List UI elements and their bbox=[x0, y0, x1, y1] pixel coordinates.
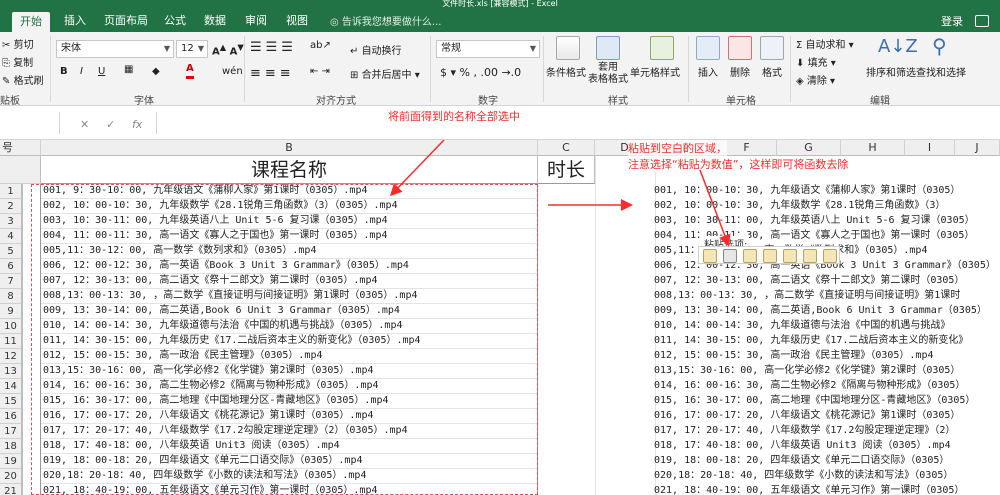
fill-color-icon[interactable]: ◆ bbox=[152, 66, 160, 77]
cell-styles-button[interactable]: 单元格样式 bbox=[630, 64, 680, 79]
phonetic-icon[interactable]: wén bbox=[222, 66, 243, 77]
alignment-group-label: 对齐方式 bbox=[316, 96, 356, 107]
search-icon: ⚲ bbox=[932, 34, 947, 58]
cancel-icon[interactable]: ✕ bbox=[80, 118, 89, 131]
merge-center-button[interactable]: ⊞ 合并后居中 ▾ bbox=[350, 66, 420, 81]
copy-icon: ⎘ bbox=[2, 58, 10, 69]
insert-cells-button[interactable]: 插入 bbox=[698, 64, 718, 79]
brush-icon: ✎ bbox=[2, 76, 11, 87]
tab-page-layout[interactable]: 页面布局 bbox=[104, 13, 148, 29]
cells-group-label: 单元格 bbox=[726, 96, 756, 107]
number-format-select[interactable]: 常规 ▼ bbox=[436, 40, 540, 58]
currency-percent-icons[interactable]: $ ▾ % , .00 →.0 bbox=[440, 66, 521, 79]
cut-button[interactable]: ✂ 剪切 bbox=[2, 36, 34, 51]
formula-input[interactable] bbox=[156, 112, 1000, 134]
orientation-icon[interactable]: ab↗ bbox=[310, 40, 331, 51]
find-select-button[interactable]: 查找和选择 bbox=[916, 64, 966, 79]
conditional-format-button[interactable]: 条件格式 bbox=[546, 64, 586, 79]
font-size-select[interactable]: 12 ▼ bbox=[176, 40, 208, 58]
separator bbox=[688, 36, 689, 102]
arrow-to-paste-values bbox=[699, 169, 731, 247]
sort-filter-icon: A↓Z bbox=[878, 36, 918, 57]
tab-home[interactable]: 开始 bbox=[12, 12, 50, 32]
fill-button[interactable]: ⬇ 填充 ▾ bbox=[796, 54, 836, 69]
tab-view[interactable]: 视图 bbox=[286, 13, 308, 29]
tab-insert[interactable]: 插入 bbox=[64, 13, 86, 29]
clear-button[interactable]: ◈ 清除 ▾ bbox=[796, 72, 835, 87]
font-group-label: 字体 bbox=[134, 96, 154, 107]
indent-icons[interactable]: ⇤ ⇥ bbox=[310, 66, 330, 77]
number-group-label: 数字 bbox=[478, 96, 498, 107]
separator bbox=[50, 36, 51, 102]
conditional-format-icon bbox=[556, 36, 580, 60]
window-title: 文件时长.xls [兼容模式] - Excel bbox=[442, 0, 558, 8]
tab-review[interactable]: 审阅 bbox=[245, 13, 267, 29]
table-format-icon bbox=[596, 36, 620, 60]
format-cells-icon bbox=[760, 36, 784, 60]
tell-me-box[interactable]: ◎ 告诉我您想要做什么... bbox=[330, 13, 441, 28]
font-color-icon[interactable]: A bbox=[186, 62, 194, 79]
chevron-down-icon: ▼ bbox=[529, 44, 536, 53]
format-cells-button[interactable]: 格式 bbox=[762, 64, 782, 79]
name-box[interactable] bbox=[0, 112, 60, 134]
annotation-select-all: 将前面得到的名称全部选中 bbox=[388, 110, 520, 123]
fill-down-icon: ⬇ bbox=[796, 58, 808, 69]
eraser-icon: ◈ bbox=[796, 76, 807, 87]
chevron-down-icon: ▼ bbox=[163, 44, 170, 53]
borders-icon[interactable]: ▦ bbox=[124, 64, 133, 75]
arrow-to-selection bbox=[389, 140, 445, 197]
grow-font-button[interactable]: A▲ A▼ bbox=[212, 42, 244, 57]
formula-bar: ✕ ✓ fx 将前面得到的名称全部选中 bbox=[0, 106, 1000, 140]
wrap-text-button[interactable]: ↵ 自动换行 bbox=[350, 42, 402, 57]
cell-styles-icon bbox=[650, 36, 674, 60]
login-link[interactable]: 登录 bbox=[941, 13, 963, 29]
styles-group-label: 样式 bbox=[608, 96, 628, 107]
tab-formulas[interactable]: 公式 bbox=[164, 13, 186, 29]
table-format-button[interactable]: 套用 表格格式 bbox=[588, 62, 628, 86]
ribbon-tab-bar: 开始 插入 页面布局 公式 数据 审阅 视图 ◎ 告诉我您想要做什么... 登录 bbox=[0, 10, 1000, 32]
sigma-icon: Σ bbox=[796, 40, 806, 51]
share-icon[interactable] bbox=[975, 15, 989, 27]
clipboard-group-label: 贴板 bbox=[0, 96, 20, 107]
chevron-down-icon: ▼ bbox=[197, 44, 204, 53]
format-painter-button[interactable]: ✎ 格式刷 bbox=[2, 72, 44, 87]
tab-data[interactable]: 数据 bbox=[204, 13, 226, 29]
align-left-icons[interactable]: ≡≡≡ bbox=[250, 66, 295, 81]
fx-icon[interactable]: fx bbox=[132, 118, 142, 131]
worksheet-grid[interactable]: 号 B C D E F G H I J 课程名称 时长 1001, 9：30-1… bbox=[0, 140, 1000, 495]
copy-button[interactable]: ⎘ 复制 bbox=[2, 54, 33, 69]
lightbulb-icon: ◎ bbox=[330, 17, 342, 28]
bold-button[interactable]: B bbox=[60, 66, 68, 77]
insert-cells-icon bbox=[696, 36, 720, 60]
align-top-icons[interactable]: ☰☰☰ bbox=[250, 40, 297, 55]
italic-button[interactable]: I bbox=[80, 66, 83, 77]
ribbon: ✂ 剪切 ⎘ 复制 ✎ 格式刷 贴板 宋体 ▼ 12 ▼ A▲ A▼ B I U ▦… bbox=[0, 32, 1000, 107]
separator bbox=[790, 36, 791, 102]
title-bar: 文件时长.xls [兼容模式] - Excel bbox=[0, 0, 1000, 10]
confirm-icon[interactable]: ✓ bbox=[106, 118, 115, 131]
annotation-arrows bbox=[389, 140, 731, 247]
delete-cells-button[interactable]: 删除 bbox=[730, 64, 750, 79]
separator bbox=[543, 36, 544, 102]
scissors-icon: ✂ bbox=[2, 40, 11, 51]
wrap-icon: ↵ bbox=[350, 46, 362, 57]
font-name-select[interactable]: 宋体 ▼ bbox=[56, 40, 174, 58]
delete-cells-icon bbox=[728, 36, 752, 60]
separator bbox=[430, 36, 431, 102]
editing-group-label: 编辑 bbox=[870, 96, 890, 107]
separator bbox=[244, 36, 245, 102]
sort-filter-button[interactable]: 排序和筛选 bbox=[866, 64, 916, 79]
autosum-button[interactable]: Σ 自动求和 ▾ bbox=[796, 36, 854, 51]
underline-button[interactable]: U bbox=[98, 66, 105, 77]
merge-icon: ⊞ bbox=[350, 70, 362, 81]
